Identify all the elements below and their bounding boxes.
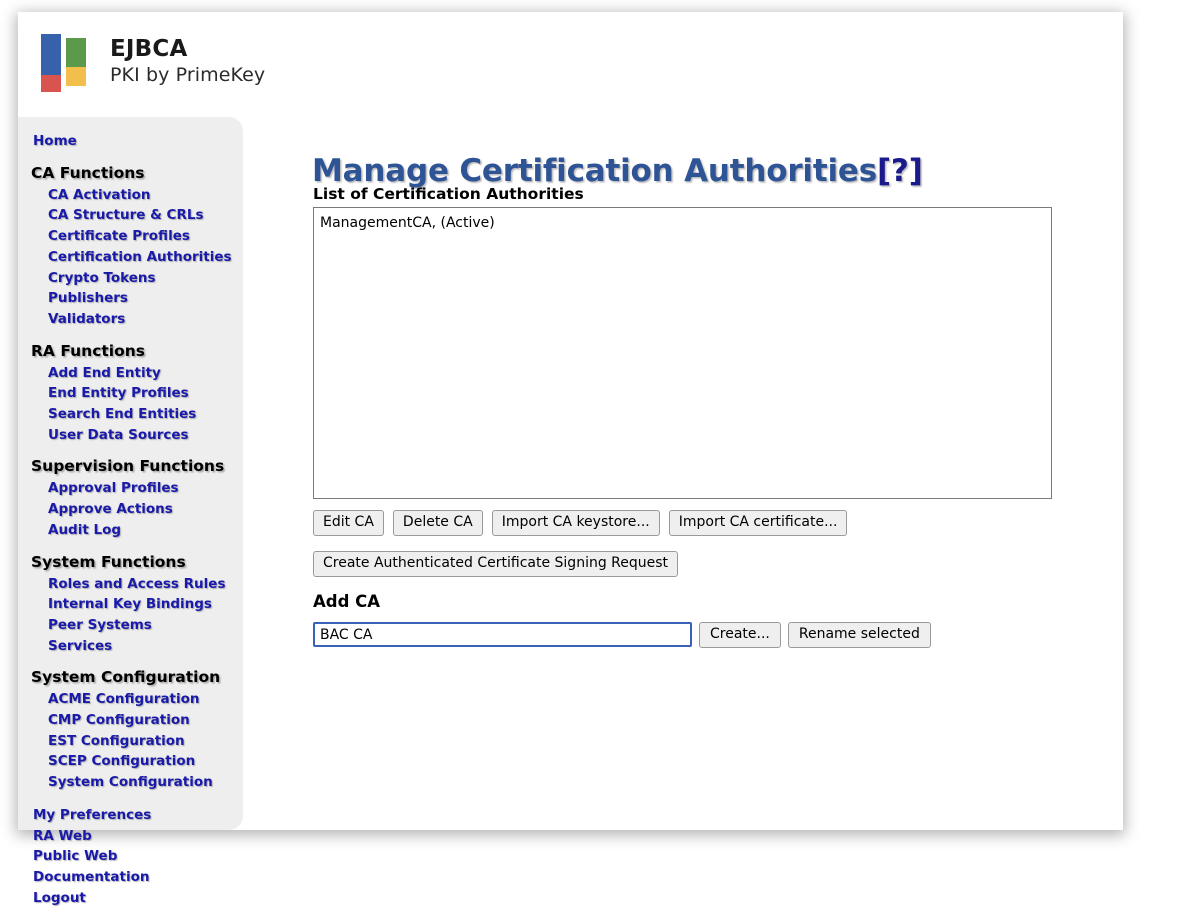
list-item[interactable]: ManagementCA, (Active) [314, 213, 1051, 233]
sidebar-item-est-configuration[interactable]: EST Configuration [18, 731, 243, 752]
create-ca-button[interactable]: Create... [699, 622, 781, 648]
create-authenticated-csr-button[interactable]: Create Authenticated Certificate Signing… [313, 551, 678, 577]
page-title-text: Manage Certification Authorities [312, 153, 877, 189]
sidebar-item-my-preferences[interactable]: My Preferences [18, 805, 243, 826]
sidebar-item-acme-configuration[interactable]: ACME Configuration [18, 689, 243, 710]
rename-selected-button[interactable]: Rename selected [788, 622, 931, 648]
delete-ca-button[interactable]: Delete CA [393, 510, 483, 536]
sidebar-item-scep-configuration[interactable]: SCEP Configuration [18, 751, 243, 772]
sidebar-group-title-system-functions: System Functions [18, 552, 243, 572]
import-ca-keystore-button[interactable]: Import CA keystore... [492, 510, 660, 536]
main-content: Manage Certification Authorities[?] List… [243, 117, 1123, 830]
sidebar-item-publishers[interactable]: Publishers [18, 288, 243, 309]
sidebar-item-crypto-tokens[interactable]: Crypto Tokens [18, 268, 243, 289]
ca-name-input[interactable] [313, 622, 692, 647]
csr-button-row: Create Authenticated Certificate Signing… [313, 551, 678, 577]
sidebar-item-logout[interactable]: Logout [18, 888, 243, 908]
sidebar-group-title-supervision-functions: Supervision Functions [18, 456, 243, 476]
ca-action-button-row: Edit CA Delete CA Import CA keystore... … [313, 510, 847, 536]
sidebar-item-validators[interactable]: Validators [18, 309, 243, 330]
sidebar-item-services[interactable]: Services [18, 636, 243, 657]
sidebar-item-ca-structure-crls[interactable]: CA Structure & CRLs [18, 205, 243, 226]
sidebar-item-public-web[interactable]: Public Web [18, 846, 243, 867]
sidebar-item-approve-actions[interactable]: Approve Actions [18, 499, 243, 520]
logo-segment-red [41, 75, 61, 92]
page-title: Manage Certification Authorities[?] [312, 153, 923, 189]
sidebar-item-cmp-configuration[interactable]: CMP Configuration [18, 710, 243, 731]
brand-subtitle: PKI by PrimeKey [110, 66, 265, 85]
ca-list-box[interactable]: ManagementCA, (Active) [313, 207, 1052, 499]
sidebar-item-certification-authorities[interactable]: Certification Authorities [18, 247, 243, 268]
sidebar-group-title-system-configuration: System Configuration [18, 667, 243, 687]
sidebar-item-approval-profiles[interactable]: Approval Profiles [18, 478, 243, 499]
sidebar-bottom-links: My Preferences RA Web Public Web Documen… [18, 805, 243, 908]
sidebar-item-documentation[interactable]: Documentation [18, 867, 243, 888]
sidebar-group-title-ca-functions: CA Functions [18, 163, 243, 183]
sidebar-item-ca-activation[interactable]: CA Activation [18, 185, 243, 206]
ejbca-logo-icon [41, 34, 89, 92]
sidebar-item-ra-web[interactable]: RA Web [18, 826, 243, 847]
sidebar-item-end-entity-profiles[interactable]: End Entity Profiles [18, 383, 243, 404]
help-link[interactable]: [?] [877, 153, 923, 189]
logo-segment-green [66, 38, 86, 67]
brand-text-block: EJBCA PKI by PrimeKey [110, 38, 265, 85]
sidebar-item-certificate-profiles[interactable]: Certificate Profiles [18, 226, 243, 247]
sidebar-item-user-data-sources[interactable]: User Data Sources [18, 425, 243, 446]
logo-segment-yellow [66, 67, 86, 86]
list-heading: List of Certification Authorities [313, 185, 584, 203]
sidebar-item-add-end-entity[interactable]: Add End Entity [18, 363, 243, 384]
sidebar-item-audit-log[interactable]: Audit Log [18, 520, 243, 541]
add-ca-row: Create... Rename selected [313, 622, 931, 648]
logo-left-column [41, 34, 61, 92]
application-window: EJBCA PKI by PrimeKey Home CA Functions … [18, 12, 1123, 830]
sidebar-item-roles-and-access-rules[interactable]: Roles and Access Rules [18, 574, 243, 595]
brand-header: EJBCA PKI by PrimeKey [18, 12, 1123, 112]
sidebar-item-internal-key-bindings[interactable]: Internal Key Bindings [18, 594, 243, 615]
import-ca-certificate-button[interactable]: Import CA certificate... [669, 510, 848, 536]
logo-right-column [66, 38, 86, 86]
brand-title: EJBCA [110, 38, 265, 61]
edit-ca-button[interactable]: Edit CA [313, 510, 384, 536]
add-ca-heading: Add CA [313, 592, 380, 611]
sidebar-group-title-ra-functions: RA Functions [18, 341, 243, 361]
sidebar-item-system-configuration[interactable]: System Configuration [18, 772, 243, 793]
sidebar-navigation: Home CA Functions CA Activation CA Struc… [18, 117, 243, 830]
sidebar-item-home[interactable]: Home [18, 131, 243, 152]
sidebar-item-peer-systems[interactable]: Peer Systems [18, 615, 243, 636]
logo-segment-blue [41, 34, 61, 75]
sidebar-item-search-end-entities[interactable]: Search End Entities [18, 404, 243, 425]
